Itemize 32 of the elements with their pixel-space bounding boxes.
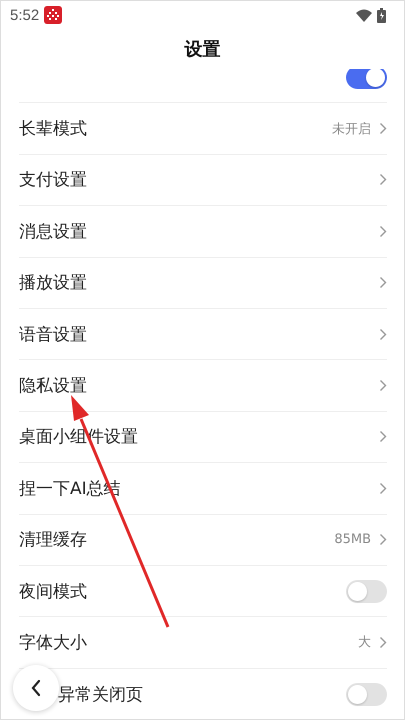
wifi-icon [356, 8, 372, 22]
chevron-left-icon [30, 679, 42, 697]
toggle-switch[interactable] [346, 580, 387, 603]
back-button[interactable] [13, 665, 59, 711]
setting-label[interactable]: 清理缓存 [19, 528, 87, 552]
page-title: 设置 [184, 38, 220, 61]
chevron-right-icon[interactable] [379, 482, 387, 495]
setting-value: 大 [358, 634, 371, 652]
battery-icon [377, 8, 386, 22]
setting-label[interactable]: 语音设置 [19, 322, 87, 346]
setting-label[interactable]: 夜间模式 [19, 580, 87, 603]
setting-value: 未开启 [332, 120, 371, 138]
setting-label[interactable]: 支付设置 [19, 168, 87, 192]
chevron-right-icon[interactable] [379, 328, 387, 341]
setting-label[interactable]: 播放设置 [19, 271, 87, 294]
status-time: 5:52 [10, 6, 40, 24]
setting-label[interactable]: 长辈模式 [19, 117, 87, 140]
chevron-right-icon[interactable] [379, 276, 387, 290]
setting-label[interactable]: 异常关闭页 [58, 682, 143, 706]
chevron-right-icon[interactable] [379, 379, 387, 392]
chevron-right-icon[interactable] [379, 533, 387, 546]
setting-label[interactable]: 隐私设置 [19, 374, 87, 398]
setting-value: 85MB [334, 532, 371, 548]
setting-label[interactable]: 字体大小 [19, 630, 87, 654]
chevron-right-icon[interactable] [379, 224, 387, 238]
chevron-right-icon[interactable] [379, 430, 387, 444]
chevron-right-icon[interactable] [379, 636, 387, 649]
chevron-right-icon[interactable] [379, 173, 387, 186]
chevron-right-icon[interactable] [379, 122, 387, 136]
setting-label[interactable]: 消息设置 [19, 220, 87, 243]
toggle-switch[interactable] [346, 682, 387, 706]
app-notification-icon [44, 6, 62, 24]
